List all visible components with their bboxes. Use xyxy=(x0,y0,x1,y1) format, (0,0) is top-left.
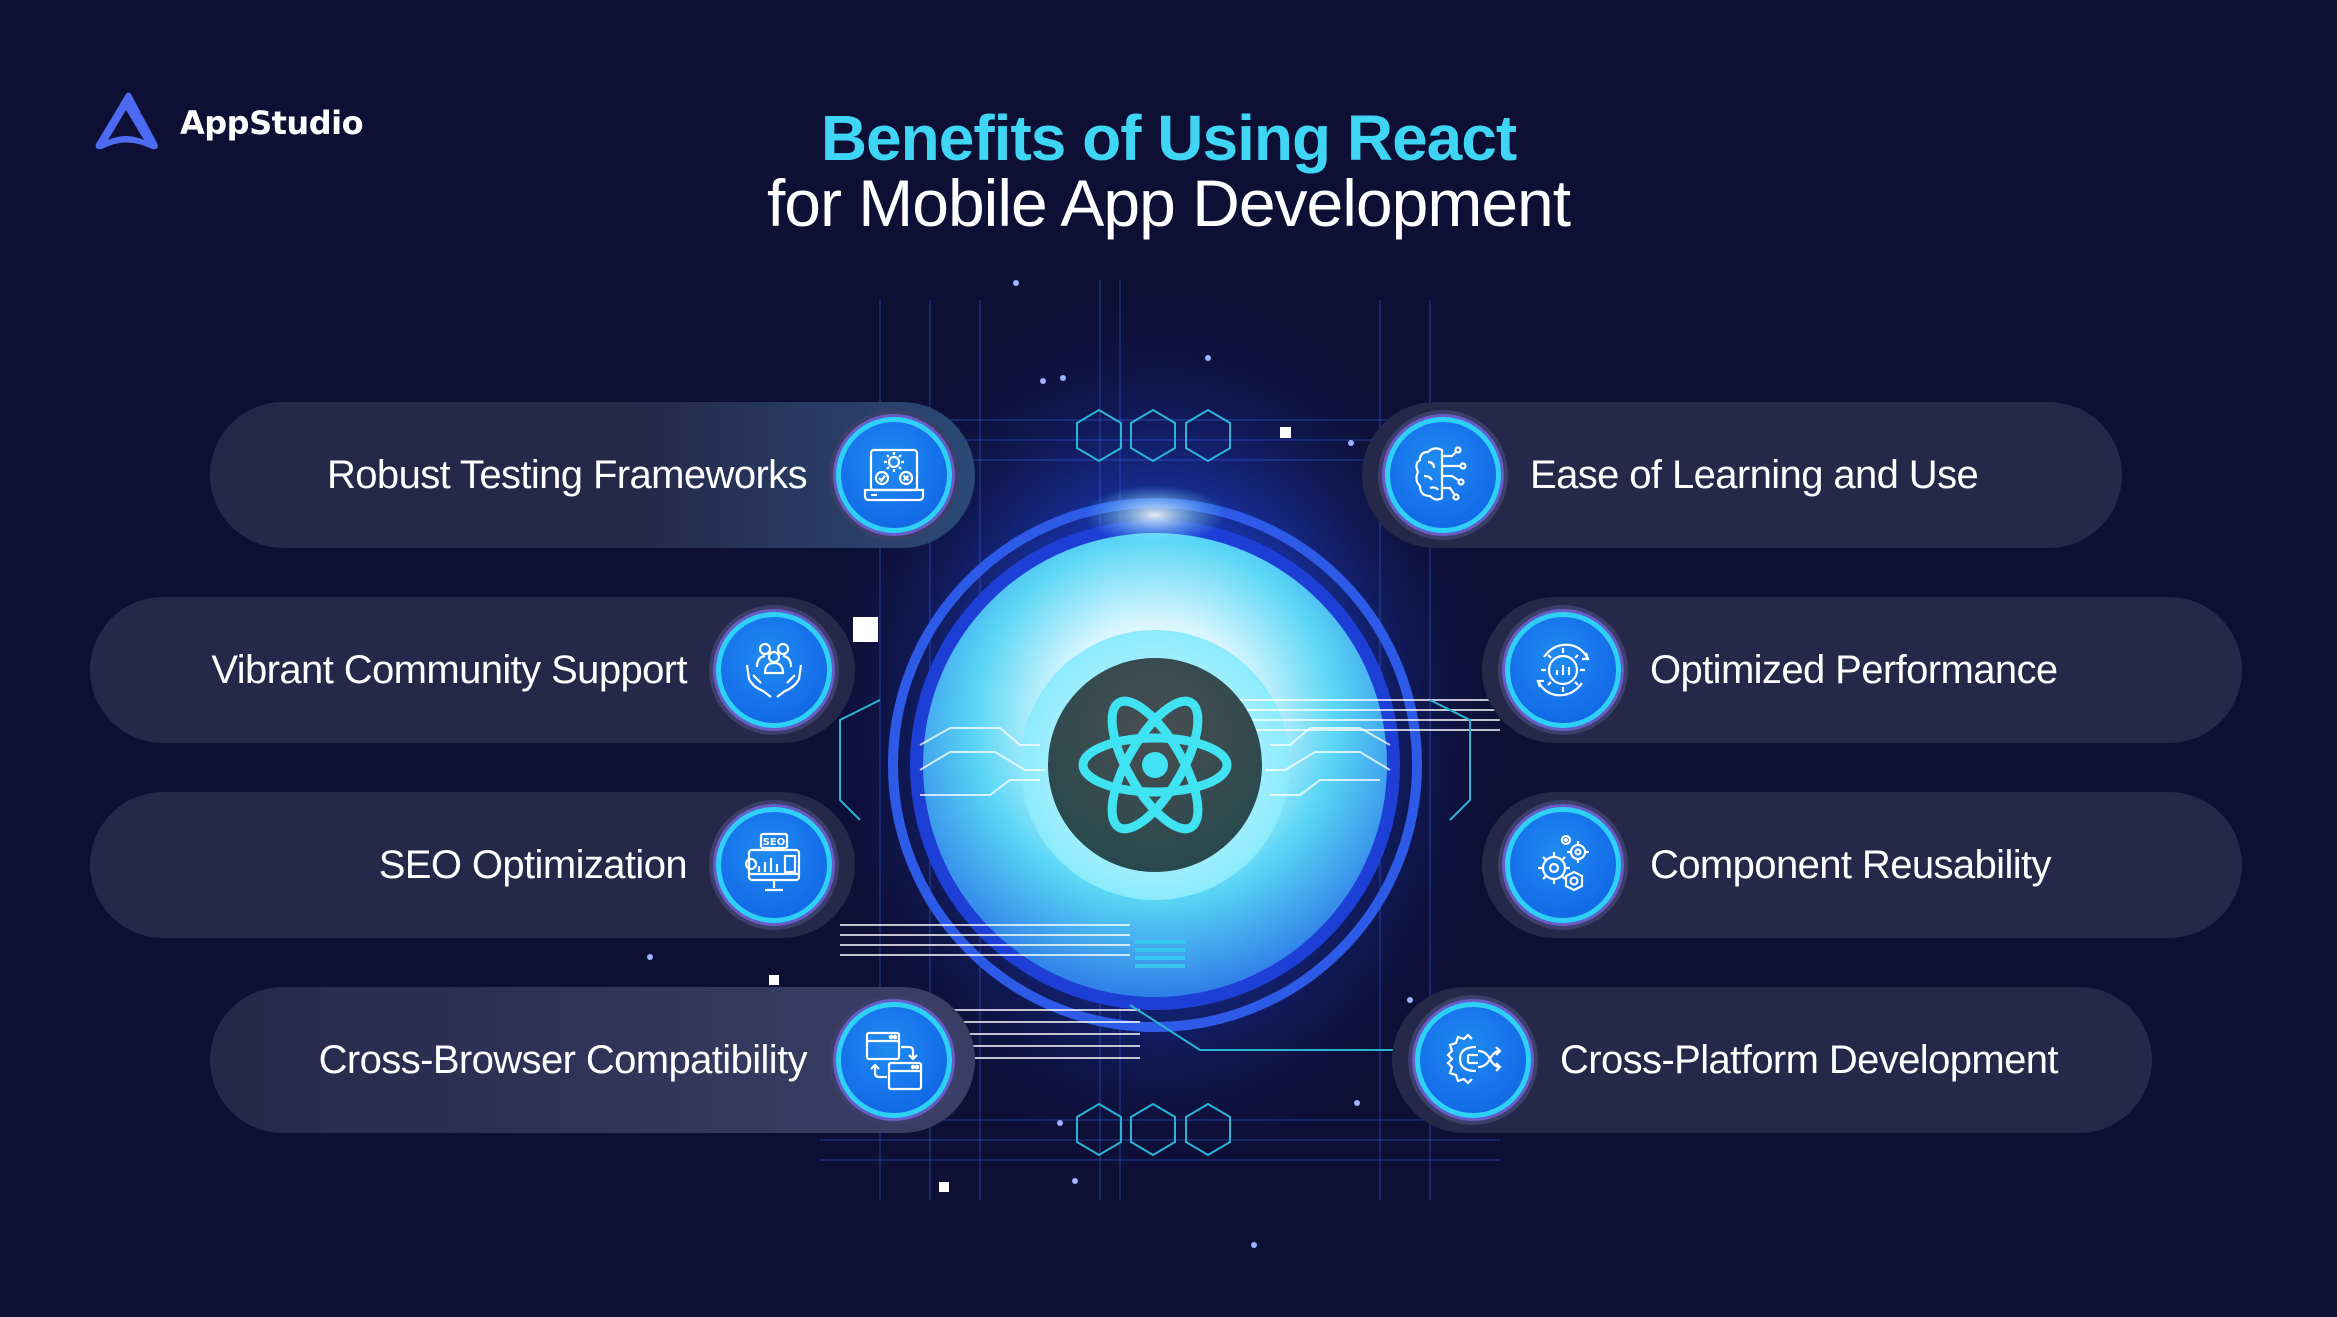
gear-arrows-platform-icon xyxy=(1446,1033,1502,1085)
benefit-icon-badge xyxy=(709,605,839,735)
data-bars xyxy=(1135,940,1185,968)
benefit-label: Component Reusability xyxy=(1650,842,2052,887)
benefit-item-robust-testing: Robust Testing Frameworks xyxy=(210,402,975,548)
react-core xyxy=(1048,658,1262,872)
svg-text:SEO: SEO xyxy=(763,837,786,848)
benefit-item-seo-optimization: SEO Optimization SEO xyxy=(90,792,855,938)
benefit-icon-badge xyxy=(1498,800,1628,930)
browser-sync-icon xyxy=(865,1031,923,1091)
benefit-icon-badge: SEO xyxy=(709,800,839,930)
outer-ring xyxy=(888,498,1422,1032)
ring-fill xyxy=(910,520,1400,1010)
benefit-label: SEO Optimization xyxy=(378,842,688,887)
infographic: AppStudio Benefits of Using React for Mo… xyxy=(0,0,2337,1317)
seo-monitor-icon: SEO xyxy=(744,832,801,892)
benefit-label: Vibrant Community Support xyxy=(211,647,687,692)
outer-disc xyxy=(923,533,1387,997)
benefit-label: Cross-Platform Development xyxy=(1560,1037,2059,1082)
hexagons-top xyxy=(1076,408,1231,463)
brain-circuit-icon xyxy=(1415,446,1467,501)
benefit-item-component-reusability: Component Reusability xyxy=(1482,792,2242,938)
benefit-item-cross-browser: Cross-Browser Compatibility xyxy=(210,987,975,1133)
benefit-item-cross-platform: Cross-Platform Development xyxy=(1392,987,2152,1133)
top-flare xyxy=(1085,485,1225,545)
inner-disc xyxy=(1020,630,1290,900)
benefit-label: Ease of Learning and Use xyxy=(1530,452,1979,497)
gear-chart-cycle-icon xyxy=(1536,643,1590,697)
hands-community-icon xyxy=(745,642,803,698)
benefit-icon-badge xyxy=(1378,410,1508,540)
benefit-label: Optimized Performance xyxy=(1650,647,2058,692)
benefit-item-community-support: Vibrant Community Support xyxy=(90,597,855,743)
gears-reuse-icon xyxy=(1538,834,1589,892)
title-line-2: for Mobile App Development xyxy=(766,166,1571,240)
react-atom-icon xyxy=(1078,696,1232,834)
title-line-1: Benefits of Using React xyxy=(820,102,1517,174)
hexagons-bottom xyxy=(1076,1102,1231,1157)
benefit-icon-badge xyxy=(829,410,959,540)
laptop-gear-check-icon xyxy=(863,448,925,502)
page-title: Benefits of Using React for Mobile App D… xyxy=(0,106,2337,236)
benefit-icon-badge xyxy=(1498,605,1628,735)
benefit-icon-badge xyxy=(1408,995,1538,1125)
benefit-icon-badge xyxy=(829,995,959,1125)
benefit-label: Cross-Browser Compatibility xyxy=(318,1037,808,1082)
benefit-label: Robust Testing Frameworks xyxy=(326,452,808,497)
benefit-item-optimized-performance: Optimized Performance xyxy=(1482,597,2242,743)
react-atom-nucleus xyxy=(1142,752,1168,778)
benefit-item-ease-of-learning: Ease of Learning and Use xyxy=(1362,402,2122,548)
